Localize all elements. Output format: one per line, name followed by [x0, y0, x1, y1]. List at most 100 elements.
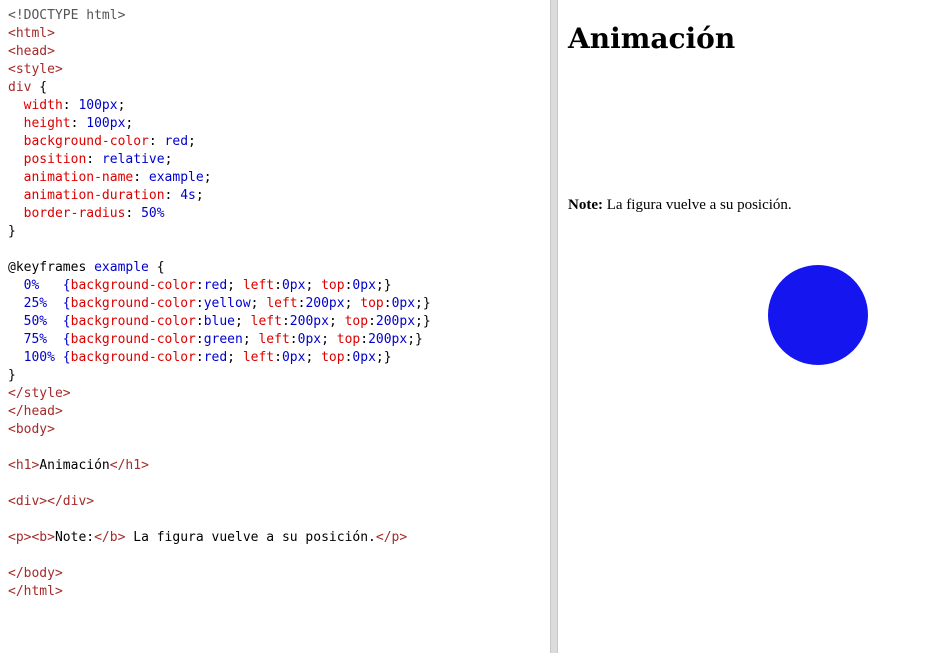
- code-token: :: [281, 314, 290, 329]
- result-note-text: La figura vuelve a su posición.: [602, 197, 792, 213]
- code-line: ​: [8, 511, 550, 529]
- code-token: background-color: [70, 296, 196, 311]
- code-token: ;: [164, 152, 173, 167]
- code-token: Note:: [54, 530, 95, 545]
- code-line: width: 100px;: [8, 97, 550, 115]
- result-heading: Animación: [568, 22, 736, 55]
- code-token: ;: [242, 332, 259, 347]
- code-token: ;: [203, 170, 212, 185]
- pane-splitter-handle[interactable]: [550, 0, 558, 653]
- code-token: 50%: [141, 206, 165, 221]
- code-token: height: [8, 116, 71, 131]
- code-token: {: [148, 260, 165, 275]
- code-token: ;: [188, 134, 196, 149]
- code-token: 75% {: [8, 332, 71, 347]
- code-token: left: [242, 278, 275, 293]
- result-preview-pane: Animación Note: La figura vuelve a su po…: [559, 0, 946, 653]
- code-token: yellow: [203, 296, 251, 311]
- code-line: position: relative;: [8, 151, 550, 169]
- code-token: ;: [117, 98, 126, 113]
- code-token: 100px: [86, 116, 126, 131]
- code-token: 200px: [368, 332, 408, 347]
- result-note-paragraph: Note: La figura vuelve a su posición.: [568, 195, 792, 215]
- code-token: div: [8, 80, 32, 95]
- code-line: <div></div>: [8, 493, 550, 511]
- code-line: ​: [8, 547, 550, 565]
- code-token: left: [250, 314, 282, 329]
- code-token: animation-name: [8, 170, 134, 185]
- code-token: 100% {: [8, 350, 71, 365]
- code-token: position: [8, 152, 87, 167]
- code-line: <html>: [8, 25, 550, 43]
- result-note-label: Note:: [568, 197, 603, 213]
- code-token: width: [8, 98, 63, 113]
- code-token: 0px: [297, 332, 322, 347]
- code-token: top: [360, 296, 384, 311]
- code-line: 100% {background-color:red; left:0px; to…: [8, 349, 550, 367]
- code-token: ;: [321, 332, 337, 347]
- code-token: background-color: [70, 278, 196, 293]
- code-token: background-color: [8, 134, 149, 149]
- code-token: }: [8, 224, 16, 239]
- code-token: ;}: [415, 314, 431, 329]
- code-token: ;: [227, 350, 243, 365]
- code-token: <!DOCTYPE html>: [8, 8, 126, 23]
- code-token: ;}: [375, 278, 392, 293]
- code-token: :: [125, 206, 142, 221]
- code-token: <p><b>: [8, 530, 55, 545]
- code-token: :: [70, 116, 87, 131]
- code-text[interactable]: <!DOCTYPE html> <html> <head> <style> div { …: [0, 0, 550, 601]
- code-token: <style>: [8, 62, 63, 77]
- code-token: top: [321, 278, 345, 293]
- code-line: 0% {background-color:red; left:0px; top:…: [8, 277, 550, 295]
- code-line: }: [8, 367, 550, 385]
- code-token: :: [195, 278, 204, 293]
- code-token: :: [274, 278, 282, 293]
- code-line: </head>: [8, 403, 550, 421]
- code-token: </body>: [8, 566, 63, 581]
- code-token: 50% {: [8, 314, 71, 329]
- code-token: relative: [101, 152, 165, 167]
- code-token: left: [266, 296, 298, 311]
- code-token: 100px: [78, 98, 118, 113]
- code-token: :: [133, 170, 149, 185]
- code-token: <head>: [8, 44, 55, 59]
- code-line: 25% {background-color:yellow; left:200px…: [8, 295, 550, 313]
- code-token: 0px: [281, 350, 306, 365]
- code-token: blue: [203, 314, 235, 329]
- code-token: 25% {: [8, 296, 71, 311]
- code-token: 0px: [352, 350, 376, 365]
- code-editor-pane[interactable]: <!DOCTYPE html> <html> <head> <style> div { …: [0, 0, 550, 653]
- code-token: </style>: [8, 386, 71, 401]
- code-token: 4s: [180, 188, 196, 203]
- code-token: :: [289, 332, 298, 347]
- code-token: :: [368, 314, 376, 329]
- code-token: ;: [235, 314, 251, 329]
- code-token: </p>: [375, 530, 408, 545]
- code-line: <style>: [8, 61, 550, 79]
- code-token: :: [360, 332, 369, 347]
- code-token: top: [336, 332, 361, 347]
- code-line: 75% {background-color:green; left:0px; t…: [8, 331, 550, 349]
- code-line: animation-name: example;: [8, 169, 550, 187]
- code-token: ;: [250, 296, 267, 311]
- code-line: <body>: [8, 421, 550, 439]
- code-token: 0px: [352, 278, 376, 293]
- code-token: left: [242, 350, 275, 365]
- code-token: :: [195, 314, 204, 329]
- code-line: <p><b>Note:</b> La figura vuelve a su po…: [8, 529, 550, 547]
- code-token: ;: [328, 314, 345, 329]
- code-token: 200px: [375, 314, 416, 329]
- code-token: example: [94, 260, 149, 275]
- code-token: :: [86, 152, 102, 167]
- code-token: ;: [305, 278, 322, 293]
- code-token: La figura vuelve a su posición.: [125, 530, 376, 545]
- code-token: </html>: [8, 584, 63, 599]
- code-token: 0% {: [8, 278, 71, 293]
- code-token: ;: [125, 116, 134, 131]
- code-token: <html>: [8, 26, 55, 41]
- code-token: top: [344, 314, 369, 329]
- code-line: <head>: [8, 43, 550, 61]
- code-line: </body>: [8, 565, 550, 583]
- code-token: :: [62, 98, 79, 113]
